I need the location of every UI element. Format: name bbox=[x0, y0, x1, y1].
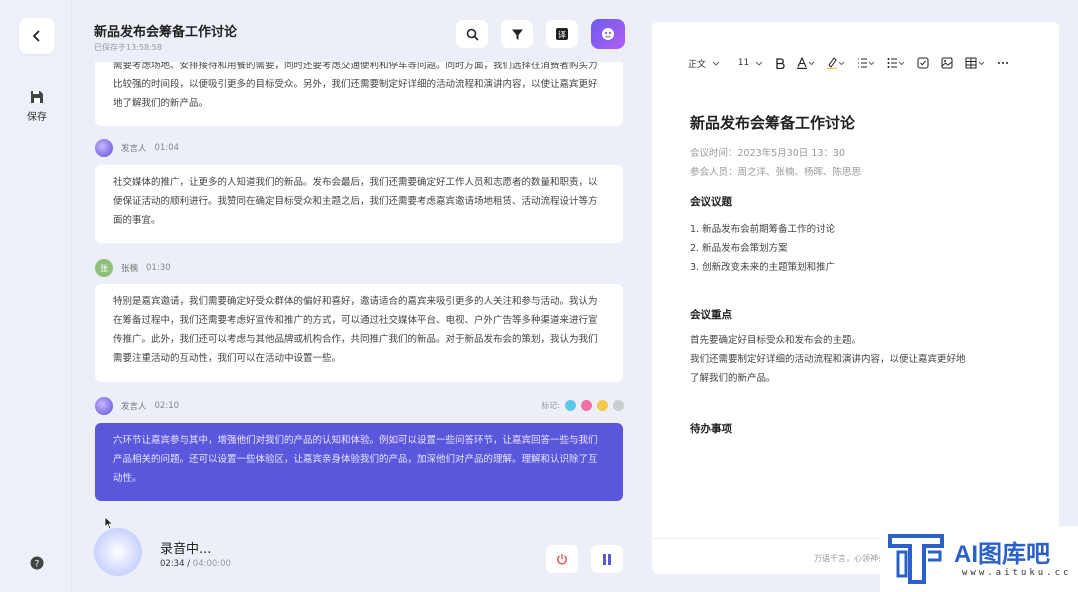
font-color-icon bbox=[796, 57, 815, 69]
speaker-name: 张楠 bbox=[121, 264, 139, 274]
mark-blue-icon[interactable] bbox=[565, 400, 576, 411]
attendees[interactable]: 参会人员：周之洋、张楠、杨晖、陈思思 bbox=[690, 164, 861, 178]
avatar: 张 bbox=[95, 259, 113, 277]
paragraph-style-select[interactable]: 正文 bbox=[688, 57, 720, 70]
chevron-down-icon bbox=[712, 61, 720, 66]
elapsed-time: 02:34 bbox=[160, 559, 185, 569]
table-icon bbox=[965, 57, 985, 69]
total-time: 04:00:00 bbox=[192, 559, 231, 569]
svg-text:?: ? bbox=[35, 560, 40, 570]
ai-assistant-icon bbox=[602, 28, 614, 40]
stop-recording-button[interactable] bbox=[546, 545, 578, 573]
checkbox-button[interactable] bbox=[917, 57, 929, 69]
chevron-down-icon bbox=[755, 61, 763, 66]
font-size-select[interactable]: 11 bbox=[738, 58, 763, 68]
editor-toolbar: 正文 11 bbox=[688, 55, 1021, 71]
transcript-bubble: 社交媒体的推广，让更多的人知道我们的新品。发布会最后，我们还需要确定好工作人员和… bbox=[95, 165, 623, 243]
active-transcript-bubble: 六环节让嘉宾参与其中，增强他们对我们的产品的认知和体验。例如可以设置一些问答环节… bbox=[95, 423, 623, 501]
paragraph-style-value: 正文 bbox=[688, 59, 707, 70]
help-button[interactable]: ? bbox=[30, 555, 44, 574]
search-button[interactable] bbox=[456, 20, 488, 48]
left-sidebar: 保存 ? bbox=[0, 0, 72, 592]
marks-label: 标记: bbox=[541, 401, 560, 410]
mark-gray-icon[interactable] bbox=[613, 400, 624, 411]
highlight-button[interactable] bbox=[826, 57, 845, 69]
search-icon bbox=[466, 28, 479, 41]
recorder-bar: 录音中... 02:34 / 04:00:00 bbox=[72, 528, 652, 592]
transcript-bubble: 需要考虑场地、安排接待和用餐的需要，同时还要考虑交通便利和停车等问题。同时方面，… bbox=[95, 62, 623, 126]
key-point-line[interactable]: 我们还需要制定好详细的活动流程和演讲内容，以便让嘉宾更好地 bbox=[690, 350, 1030, 369]
watermark-url: www.aituku.cc bbox=[962, 568, 1072, 578]
speaker-row: 发言人 02:10 bbox=[95, 397, 179, 415]
meeting-time[interactable]: 会议时间：2023年5月30日 13：30 bbox=[690, 145, 845, 159]
speaker-row: 张 张楠 01:30 bbox=[95, 259, 171, 277]
font-size-value: 11 bbox=[737, 58, 750, 68]
recording-status: 录音中... bbox=[160, 542, 212, 557]
save-label: 保存 bbox=[27, 112, 47, 123]
ordered-list-button[interactable] bbox=[857, 57, 875, 69]
checkbox-icon bbox=[917, 57, 929, 69]
translate-icon: 译 bbox=[556, 28, 568, 40]
key-points-heading[interactable]: 会议重点 bbox=[690, 307, 732, 322]
bullet-list-button[interactable] bbox=[887, 57, 905, 69]
transcript-bubble: 特别是嘉宾邀请，我们需要确定好受众群体的偏好和喜好，邀请适合的嘉宾来吸引更多的人… bbox=[95, 284, 623, 382]
saved-status: 已保存于13:58:58 bbox=[94, 43, 162, 52]
image-button[interactable] bbox=[941, 57, 953, 69]
agenda-item[interactable]: 1. 新品发布会前期筹备工作的讨论 bbox=[690, 221, 835, 235]
back-button[interactable] bbox=[19, 18, 55, 54]
font-color-button[interactable] bbox=[796, 57, 815, 69]
highlight-icon bbox=[826, 57, 845, 69]
speaker-name: 发言人 bbox=[121, 144, 147, 154]
image-icon bbox=[941, 57, 953, 69]
agenda-item[interactable]: 3. 创新改变未来的主题策划和推广 bbox=[690, 259, 835, 273]
header: 新品发布会筹备工作讨论 已保存于13:58:58 译 bbox=[72, 0, 652, 62]
bold-icon bbox=[776, 57, 785, 69]
footer-slogan: 万语千言，心领神会 bbox=[814, 554, 886, 563]
mark-selector: 标记: bbox=[541, 400, 624, 411]
watermark-brand: AI图库吧 bbox=[954, 541, 1050, 568]
bullet-list-icon bbox=[887, 58, 905, 68]
table-button[interactable] bbox=[965, 57, 985, 69]
document-title[interactable]: 新品发布会筹备工作讨论 bbox=[690, 112, 855, 133]
key-point-line[interactable]: 首先要确定好目标受众和发布会的主题。 bbox=[690, 331, 1030, 350]
speaker-name: 发言人 bbox=[121, 402, 147, 412]
avatar bbox=[95, 397, 113, 415]
pause-icon bbox=[603, 553, 611, 565]
todo-heading[interactable]: 待办事项 bbox=[690, 421, 732, 436]
more-icon bbox=[997, 62, 1008, 64]
key-point-line[interactable]: 了解我们的新产品。 bbox=[690, 369, 1030, 388]
speaker-row: 发言人 01:04 bbox=[95, 139, 179, 157]
svg-text:译: 译 bbox=[558, 31, 566, 40]
avatar bbox=[95, 139, 113, 157]
watermark-logo-icon bbox=[888, 534, 944, 584]
transcript-panel: 需要考虑场地、安排接待和用餐的需要，同时还要考虑交通便利和停车等问题。同时方面，… bbox=[72, 62, 652, 532]
chevron-left-icon bbox=[32, 30, 40, 42]
bold-button[interactable] bbox=[775, 57, 785, 69]
more-button[interactable] bbox=[997, 61, 1009, 65]
page-title: 新品发布会筹备工作讨论 bbox=[94, 25, 238, 40]
pause-recording-button[interactable] bbox=[591, 545, 623, 573]
agenda-heading[interactable]: 会议议题 bbox=[690, 194, 732, 209]
speaker-time: 01:04 bbox=[154, 143, 180, 153]
help-icon: ? bbox=[30, 556, 44, 570]
speaker-time: 02:10 bbox=[154, 401, 180, 411]
ordered-list-icon bbox=[857, 58, 875, 68]
filter-icon bbox=[511, 29, 523, 40]
document-panel: 正文 11 新品发布会筹备工作讨论 会议时间：2023年5月30日 13：30 … bbox=[652, 22, 1059, 574]
recording-orb-icon bbox=[94, 528, 142, 576]
ai-assistant-button[interactable] bbox=[591, 19, 625, 49]
recording-time: 02:34 / 04:00:00 bbox=[160, 559, 231, 569]
watermark: AI图库吧 www.aituku.cc bbox=[880, 526, 1078, 592]
filter-button[interactable] bbox=[501, 20, 533, 48]
power-icon bbox=[557, 554, 567, 565]
agenda-item[interactable]: 2. 新品发布会策划方案 bbox=[690, 240, 788, 254]
mark-pink-icon[interactable] bbox=[581, 400, 592, 411]
mark-yellow-icon[interactable] bbox=[597, 400, 608, 411]
speaker-time: 01:30 bbox=[146, 263, 171, 273]
save-icon bbox=[31, 91, 43, 103]
save-button[interactable]: 保存 bbox=[18, 90, 56, 123]
translate-button[interactable]: 译 bbox=[546, 20, 578, 48]
